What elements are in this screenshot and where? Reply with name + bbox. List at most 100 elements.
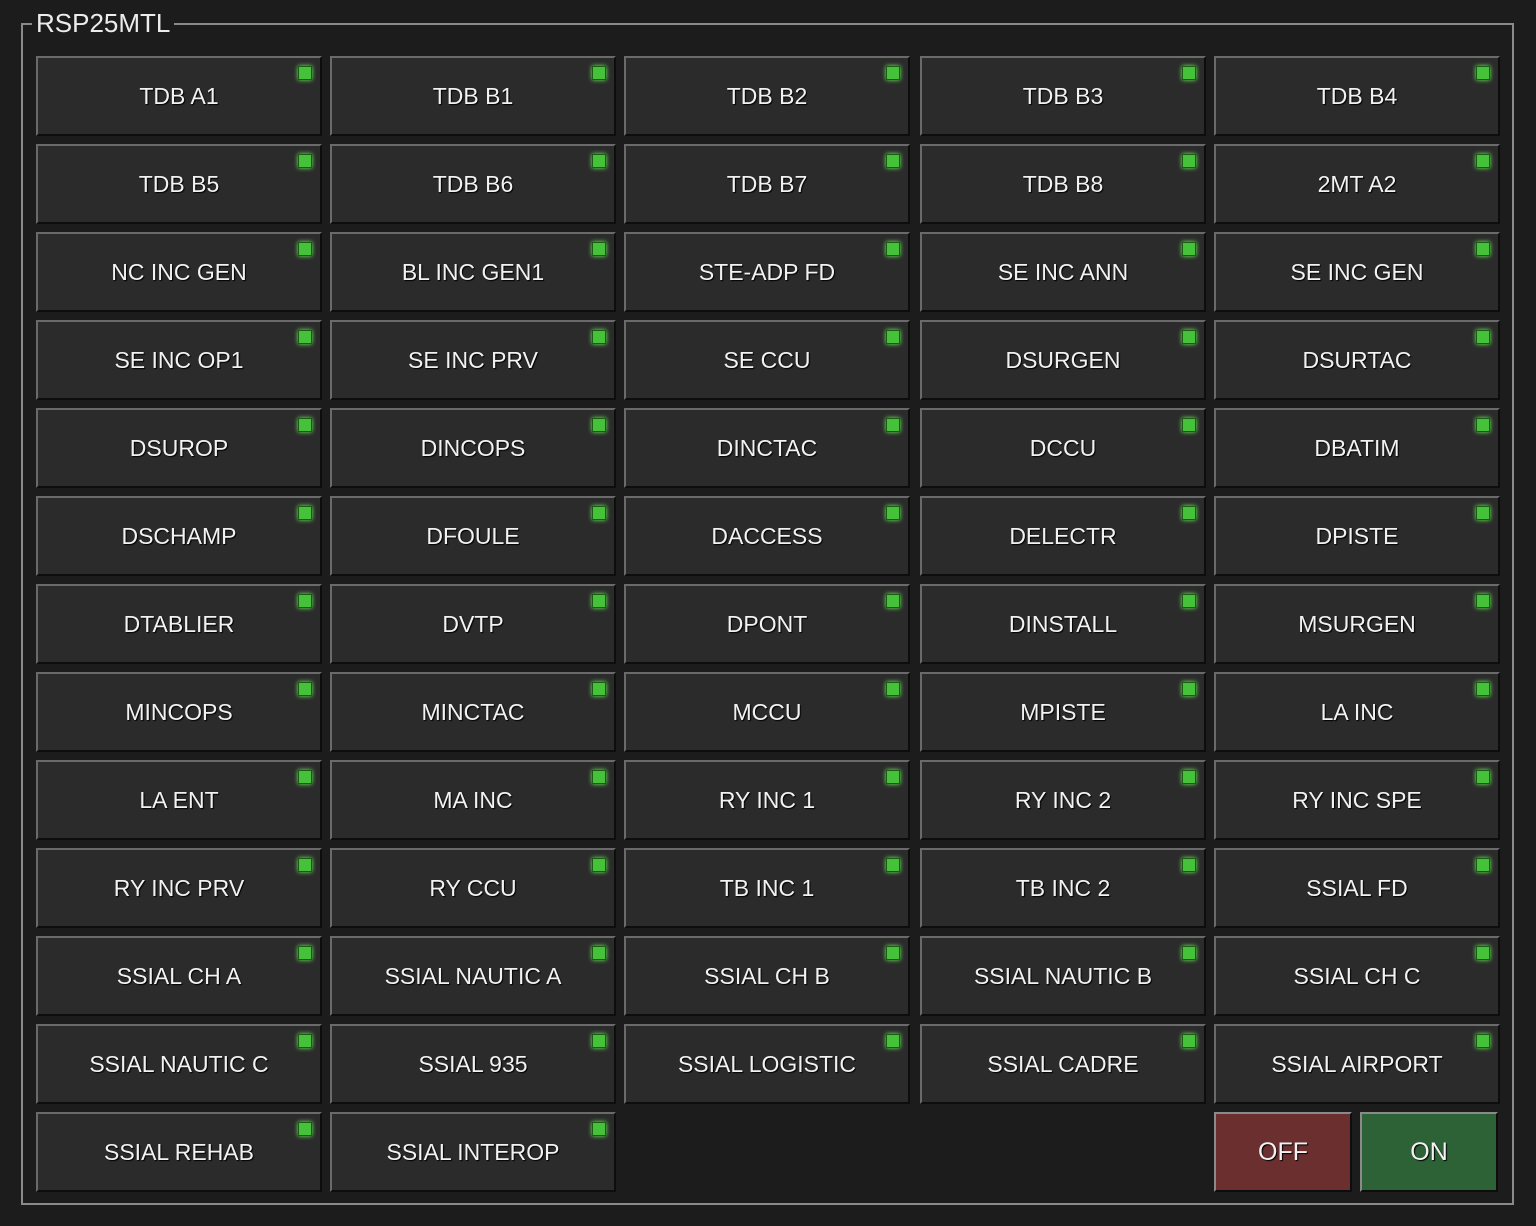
toggle-button[interactable]: SE INC ANN (920, 232, 1206, 312)
status-led-icon (298, 594, 312, 608)
toggle-button[interactable]: DINSTALL (920, 584, 1206, 664)
status-led-icon (886, 506, 900, 520)
toggle-button-label: DVTP (442, 610, 504, 637)
toggle-button-label: SE INC OP1 (114, 346, 244, 373)
toggle-button-label: SSIAL CADRE (987, 1050, 1139, 1077)
toggle-button[interactable]: SSIAL AIRPORT (1214, 1024, 1500, 1104)
toggle-button[interactable]: DFOULE (330, 496, 616, 576)
toggle-button-label: MA INC (433, 786, 513, 813)
toggle-button[interactable]: SSIAL CADRE (920, 1024, 1206, 1104)
toggle-button-label: TB INC 1 (719, 874, 815, 901)
toggle-button[interactable]: DBATIM (1214, 408, 1500, 488)
status-led-icon (298, 1034, 312, 1048)
toggle-button-label: DSURTAC (1302, 346, 1412, 373)
toggle-button[interactable]: DSCHAMP (36, 496, 322, 576)
status-led-icon (298, 418, 312, 432)
status-led-icon (1476, 946, 1490, 960)
toggle-button[interactable]: DELECTR (920, 496, 1206, 576)
toggle-button-label: MSURGEN (1298, 610, 1416, 637)
toggle-button[interactable]: DPONT (624, 584, 910, 664)
toggle-button-label: RY INC SPE (1292, 786, 1422, 813)
toggle-button[interactable]: DACCESS (624, 496, 910, 576)
toggle-button[interactable]: SSIAL NAUTIC A (330, 936, 616, 1016)
toggle-button[interactable]: SE CCU (624, 320, 910, 400)
toggle-button[interactable]: TDB B1 (330, 56, 616, 136)
toggle-button[interactable]: TB INC 2 (920, 848, 1206, 928)
toggle-button[interactable]: TDB B5 (36, 144, 322, 224)
toggle-button[interactable]: DPISTE (1214, 496, 1500, 576)
toggle-button[interactable]: SE INC OP1 (36, 320, 322, 400)
status-led-icon (1476, 506, 1490, 520)
toggle-button-label: BL INC GEN1 (401, 258, 545, 285)
toggle-button-label: SSIAL REHAB (104, 1138, 254, 1165)
toggle-button[interactable]: MINCTAC (330, 672, 616, 752)
toggle-button[interactable]: SSIAL FD (1214, 848, 1500, 928)
on-button[interactable]: ON (1360, 1112, 1498, 1192)
toggle-button[interactable]: RY INC SPE (1214, 760, 1500, 840)
status-led-icon (1476, 242, 1490, 256)
toggle-button-label: DINSTALL (1008, 610, 1118, 637)
toggle-button[interactable]: DVTP (330, 584, 616, 664)
toggle-button[interactable]: SE INC GEN (1214, 232, 1500, 312)
toggle-button[interactable]: RY CCU (330, 848, 616, 928)
toggle-button[interactable]: SSIAL CH A (36, 936, 322, 1016)
toggle-button[interactable]: TDB B3 (920, 56, 1206, 136)
status-led-icon (886, 242, 900, 256)
toggle-button-label: TDB A1 (139, 82, 219, 109)
toggle-button[interactable]: SSIAL CH C (1214, 936, 1500, 1016)
toggle-button[interactable]: MINCOPS (36, 672, 322, 752)
toggle-button-label: SSIAL NAUTIC A (384, 962, 562, 989)
toggle-button[interactable]: TDB B6 (330, 144, 616, 224)
toggle-button[interactable]: DINCOPS (330, 408, 616, 488)
toggle-button-label: LA ENT (139, 786, 219, 813)
toggle-button[interactable]: LA INC (1214, 672, 1500, 752)
toggle-button[interactable]: SSIAL CH B (624, 936, 910, 1016)
toggle-button[interactable]: DINCTAC (624, 408, 910, 488)
toggle-button[interactable]: MA INC (330, 760, 616, 840)
toggle-button[interactable]: DSUROP (36, 408, 322, 488)
toggle-button[interactable]: MPISTE (920, 672, 1206, 752)
toggle-button[interactable]: BL INC GEN1 (330, 232, 616, 312)
toggle-button[interactable]: TDB B2 (624, 56, 910, 136)
toggle-button-label: MINCTAC (421, 698, 525, 725)
toggle-button[interactable]: 2MT A2 (1214, 144, 1500, 224)
off-button[interactable]: OFF (1214, 1112, 1352, 1192)
status-led-icon (298, 858, 312, 872)
toggle-button-label: TDB B8 (1022, 170, 1104, 197)
toggle-button[interactable]: TDB A1 (36, 56, 322, 136)
toggle-button[interactable]: DSURGEN (920, 320, 1206, 400)
toggle-button-label: TDB B6 (432, 170, 514, 197)
toggle-button[interactable]: SSIAL NAUTIC C (36, 1024, 322, 1104)
toggle-button[interactable]: MSURGEN (1214, 584, 1500, 664)
status-led-icon (886, 418, 900, 432)
toggle-button[interactable]: TDB B4 (1214, 56, 1500, 136)
toggle-button[interactable]: MCCU (624, 672, 910, 752)
toggle-button[interactable]: SSIAL LOGISTIC (624, 1024, 910, 1104)
toggle-button[interactable]: NC INC GEN (36, 232, 322, 312)
toggle-button[interactable]: STE-ADP FD (624, 232, 910, 312)
toggle-button[interactable]: DSURTAC (1214, 320, 1500, 400)
toggle-button[interactable]: RY INC 1 (624, 760, 910, 840)
status-led-icon (1182, 594, 1196, 608)
toggle-button-label: SSIAL LOGISTIC (677, 1050, 857, 1077)
toggle-button-label: SSIAL NAUTIC B (973, 962, 1153, 989)
toggle-button[interactable]: LA ENT (36, 760, 322, 840)
toggle-button[interactable]: TB INC 1 (624, 848, 910, 928)
toggle-button-label: TDB B5 (138, 170, 220, 197)
status-led-icon (1182, 330, 1196, 344)
toggle-button[interactable]: RY INC 2 (920, 760, 1206, 840)
toggle-button-label: SSIAL AIRPORT (1271, 1050, 1443, 1077)
status-led-icon (886, 858, 900, 872)
toggle-button-label: SSIAL NAUTIC C (89, 1050, 269, 1077)
toggle-button[interactable]: SSIAL NAUTIC B (920, 936, 1206, 1016)
toggle-button[interactable]: SSIAL INTEROP (330, 1112, 616, 1192)
toggle-button[interactable]: DTABLIER (36, 584, 322, 664)
toggle-button[interactable]: RY INC PRV (36, 848, 322, 928)
toggle-button[interactable]: SE INC PRV (330, 320, 616, 400)
toggle-button[interactable]: TDB B7 (624, 144, 910, 224)
toggle-button[interactable]: SSIAL REHAB (36, 1112, 322, 1192)
toggle-button[interactable]: SSIAL 935 (330, 1024, 616, 1104)
status-led-icon (886, 594, 900, 608)
toggle-button[interactable]: DCCU (920, 408, 1206, 488)
toggle-button[interactable]: TDB B8 (920, 144, 1206, 224)
